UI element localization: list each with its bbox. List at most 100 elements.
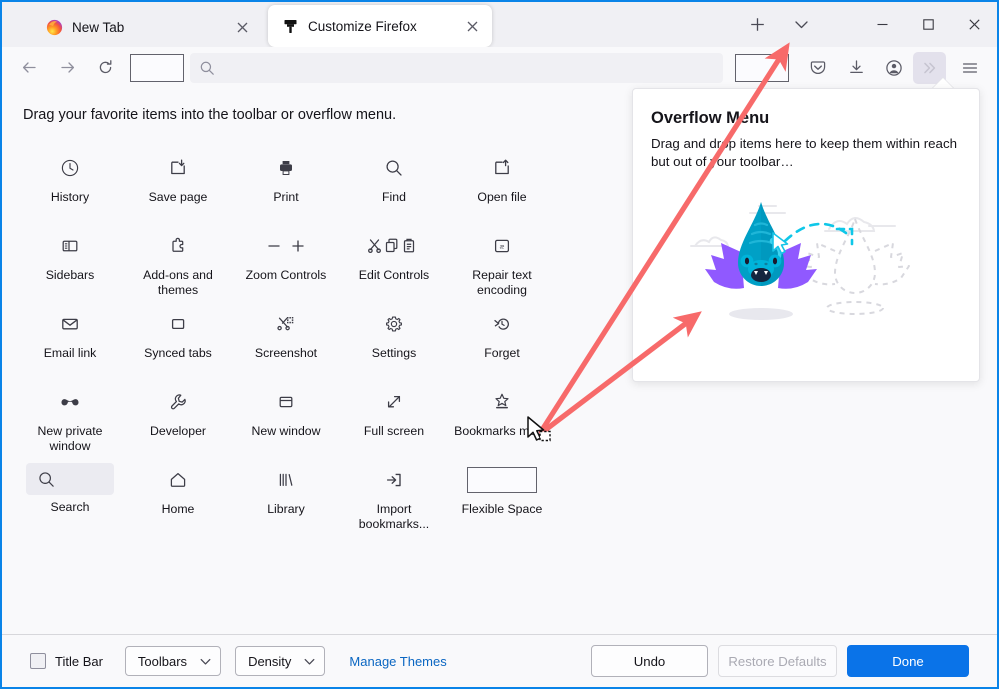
private-window-icon (16, 385, 124, 419)
title-bar-checkbox[interactable]: Title Bar (30, 653, 103, 669)
window-controls (859, 2, 997, 47)
pocket-icon[interactable] (802, 53, 834, 83)
url-bar[interactable] (190, 52, 723, 83)
palette-item-synced-tabs[interactable]: Synced tabs (124, 298, 232, 376)
reload-icon[interactable] (89, 53, 121, 83)
undo-button[interactable]: Undo (591, 645, 708, 677)
close-icon[interactable] (951, 2, 997, 47)
palette-item-search[interactable]: Search (16, 454, 124, 532)
overflow-menu-panel[interactable]: Overflow Menu Drag and drop items here t… (632, 88, 980, 382)
palette-item-flexible-space[interactable]: Flexible Space (448, 454, 556, 532)
tab-strip: New Tab Customize Firefox (2, 2, 997, 47)
palette-item-new-private-window[interactable]: New private window (16, 376, 124, 454)
overflow-panel-title: Overflow Menu (651, 109, 770, 127)
toolbars-dropdown[interactable]: Toolbars (124, 646, 222, 676)
palette-item-repair-text-encoding[interactable]: æ Repair text encoding (448, 220, 556, 298)
extension-icon (124, 229, 232, 263)
minimize-icon[interactable] (859, 2, 905, 47)
palette-item-find[interactable]: Find (340, 142, 448, 220)
tab-new-tab[interactable]: New Tab (32, 7, 262, 47)
tab-strip-actions (737, 4, 821, 44)
palette-item-label: Screenshot (254, 346, 318, 360)
print-icon (232, 151, 340, 185)
palette-item-full-screen[interactable]: Full screen (340, 376, 448, 454)
save-page-icon (124, 151, 232, 185)
forward-arrow-icon[interactable] (51, 53, 83, 83)
new-tab-button[interactable] (737, 4, 777, 44)
title-bar-label: Title Bar (55, 653, 103, 669)
palette-item-new-window[interactable]: New window (232, 376, 340, 454)
palette-item-settings[interactable]: Settings (340, 298, 448, 376)
palette-item-zoom-controls[interactable]: Zoom Controls (232, 220, 340, 298)
palette-item-label: Print (273, 190, 299, 204)
import-bookmarks-icon (340, 463, 448, 497)
done-button[interactable]: Done (847, 645, 969, 677)
palette-item-history[interactable]: History (16, 142, 124, 220)
tab-label: New Tab (72, 19, 125, 35)
downloads-icon[interactable] (840, 53, 872, 83)
bookmark-star-icon (448, 385, 556, 419)
flexible-space-box (448, 463, 556, 497)
palette-item-developer[interactable]: Developer (124, 376, 232, 454)
synced-tabs-icon (124, 307, 232, 341)
palette-item-email-link[interactable]: Email link (16, 298, 124, 376)
customize-hint-text: Drag your favorite items into the toolba… (23, 107, 397, 123)
palette-item-edit-controls[interactable]: Edit Controls (340, 220, 448, 298)
toolbar-flexible-space-right[interactable] (735, 53, 789, 82)
text-encoding-icon: æ (448, 229, 556, 263)
palette-item-label: Sidebars (45, 268, 95, 282)
search-icon (340, 151, 448, 185)
hamburger-icon[interactable] (954, 53, 986, 83)
palette-item-label: Save page (148, 190, 208, 204)
tab-customize-firefox[interactable]: Customize Firefox (268, 5, 492, 47)
customize-footer: Title Bar Toolbars Density Manage Themes… (2, 634, 997, 687)
search-icon (199, 60, 215, 76)
palette-item-forget[interactable]: Forget (448, 298, 556, 376)
clock-icon (16, 151, 124, 185)
open-file-icon (448, 151, 556, 185)
checkbox-box[interactable] (30, 653, 46, 669)
manage-themes-link[interactable]: Manage Themes (349, 654, 446, 669)
palette-item-label: Full screen (363, 424, 425, 438)
close-icon[interactable] (462, 16, 482, 36)
url-input[interactable] (223, 60, 714, 75)
wrench-icon (124, 385, 232, 419)
palette-item-label: Library (267, 502, 305, 516)
palette-item-label: Synced tabs (144, 346, 212, 360)
list-all-tabs-icon[interactable] (781, 4, 821, 44)
palette-item-open-file[interactable]: Open file (448, 142, 556, 220)
palette-item-sidebars[interactable]: Sidebars (16, 220, 124, 298)
new-window-icon (232, 385, 340, 419)
palette-item-label: Zoom Controls (245, 268, 327, 282)
palette-item-label: Email link (43, 346, 97, 360)
palette-item-home[interactable]: Home (124, 454, 232, 532)
toolbar-actions (799, 51, 989, 84)
chevron-down-icon (303, 655, 316, 668)
account-icon[interactable] (878, 53, 910, 83)
sidebar-icon (16, 229, 124, 263)
palette-item-label: New private window (37, 424, 103, 453)
palette-item-import-bookmarks[interactable]: Import bookmarks... (340, 454, 448, 532)
palette-item-screenshot[interactable]: Screenshot (232, 298, 340, 376)
toolbar-flexible-space-left[interactable] (130, 53, 184, 82)
palette-item-library[interactable]: Library (232, 454, 340, 532)
drag-copy-cursor (526, 416, 556, 446)
maximize-icon[interactable] (905, 2, 951, 47)
palette-item-addons-and-themes[interactable]: Add-ons and themes (124, 220, 232, 298)
customize-palette: History Save page Print Find Open file S… (16, 142, 589, 532)
restore-defaults-button[interactable]: Restore Defaults (718, 645, 837, 677)
back-arrow-icon[interactable] (13, 53, 45, 83)
navigation-toolbar (2, 47, 997, 88)
tab-label: Customize Firefox (308, 18, 417, 34)
email-icon (16, 307, 124, 341)
density-dropdown[interactable]: Density (235, 646, 326, 676)
overflow-panel-description: Drag and drop items here to keep them wi… (651, 136, 957, 169)
palette-item-label: New window (251, 424, 321, 438)
palette-item-print[interactable]: Print (232, 142, 340, 220)
close-icon[interactable] (232, 17, 252, 37)
library-icon (232, 463, 340, 497)
edit-controls-icon (340, 229, 448, 263)
palette-item-label: Forget (484, 346, 520, 360)
fox-drag-drop-illustration (633, 189, 981, 369)
palette-item-save-page[interactable]: Save page (124, 142, 232, 220)
